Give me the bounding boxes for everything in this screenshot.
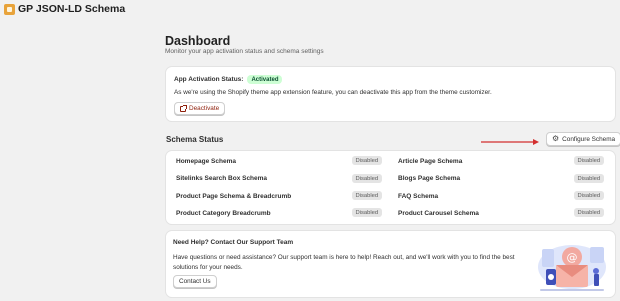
status-badge: Disabled [574,174,604,183]
status-badge: Disabled [574,156,604,165]
support-description: Have questions or need assistance? Our s… [173,254,515,271]
app-logo-icon [4,4,15,15]
page-subtitle: Monitor your app activation status and s… [165,48,324,55]
status-badge: Disabled [574,208,604,217]
page-title: Dashboard [165,34,231,48]
app-header: GP JSON-LD Schema [0,0,620,20]
app-title: GP JSON-LD Schema [18,3,126,15]
status-badge: Disabled [352,174,382,183]
contact-us-label: Contact Us [179,278,211,285]
svg-text:@: @ [567,251,578,264]
support-title: Need Help? Contact Our Support Team [173,239,294,246]
schema-item-blogs: Blogs Page Schema [398,175,461,182]
schema-status-card: Homepage Schema Disabled Article Page Sc… [166,151,615,224]
support-illustration: @ [538,245,606,291]
schema-item-sitelinks: Sitelinks Search Box Schema [176,175,268,182]
activation-card: App Activation Status: Activated As we'r… [166,67,615,121]
support-card: Need Help? Contact Our Support Team Have… [166,231,615,297]
configure-schema-label: Configure Schema [562,135,616,143]
status-badge: Disabled [352,156,382,165]
schema-item-homepage: Homepage Schema [176,158,236,165]
deactivate-button[interactable]: Deactivate [174,102,226,115]
schema-status-title: Schema Status [166,135,224,144]
deactivate-label: Deactivate [189,105,220,112]
activation-description: As we're using the Shopify theme app ext… [174,89,492,96]
schema-item-faq: FAQ Schema [398,193,439,200]
gear-icon: ⚙ [552,134,560,143]
status-badge: Activated [247,75,283,84]
contact-us-button[interactable]: Contact Us [173,275,217,288]
external-link-icon [180,104,187,112]
status-badge: Disabled [574,191,604,200]
activation-status-label: App Activation Status: [174,76,244,83]
schema-item-article: Article Page Schema [398,158,463,165]
arrow-annotation [481,139,539,145]
schema-item-product-category: Product Category Breadcrumb [176,210,271,217]
configure-schema-button[interactable]: ⚙ Configure Schema [546,132,620,146]
schema-item-product-carousel: Product Carousel Schema [398,210,479,217]
schema-item-product-page: Product Page Schema & Breadcrumb [176,193,292,200]
status-badge: Disabled [352,208,382,217]
status-badge: Disabled [352,191,382,200]
